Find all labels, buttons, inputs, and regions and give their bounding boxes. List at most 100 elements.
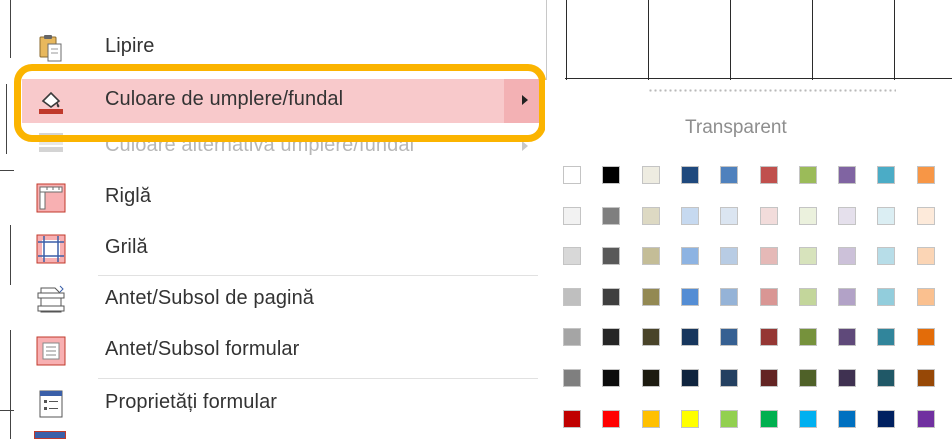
color-swatch[interactable]	[563, 287, 581, 306]
color-swatch[interactable]	[720, 247, 739, 266]
color-swatch[interactable]	[641, 409, 660, 428]
color-swatch[interactable]	[641, 287, 660, 306]
color-swatch[interactable]	[798, 206, 817, 225]
color-swatch[interactable]	[798, 328, 817, 347]
grid-line	[566, 0, 567, 80]
color-swatch[interactable]	[759, 166, 778, 184]
color-swatch[interactable]	[720, 287, 739, 306]
color-swatch[interactable]	[680, 328, 699, 347]
color-swatch[interactable]	[602, 287, 621, 306]
color-swatch[interactable]	[680, 166, 699, 184]
form-properties-icon	[35, 388, 67, 420]
color-swatch[interactable]	[877, 409, 896, 428]
color-swatch[interactable]	[838, 328, 857, 347]
color-swatch[interactable]	[916, 247, 935, 266]
paste-icon	[35, 32, 67, 64]
color-swatch[interactable]	[680, 247, 699, 266]
color-swatch[interactable]	[641, 247, 660, 266]
color-swatch[interactable]	[877, 287, 896, 306]
color-swatch[interactable]	[916, 369, 935, 387]
color-swatch[interactable]	[838, 206, 857, 225]
color-swatch[interactable]	[916, 166, 935, 184]
grid-line	[812, 0, 813, 80]
color-swatch[interactable]	[720, 369, 739, 387]
grid-line	[565, 78, 952, 79]
color-swatch[interactable]	[877, 166, 896, 184]
color-swatch[interactable]	[563, 328, 581, 347]
color-swatch[interactable]	[563, 409, 581, 428]
color-swatch[interactable]	[602, 328, 621, 347]
color-swatch[interactable]	[798, 369, 817, 387]
color-swatch[interactable]	[680, 287, 699, 306]
color-swatch[interactable]	[838, 166, 857, 184]
menu-item-page-header-footer[interactable]: Antet/Subsol de pagină	[22, 278, 542, 322]
color-swatch[interactable]	[680, 409, 699, 428]
grid-line	[648, 0, 649, 80]
menu-item-label: Riglă	[105, 185, 152, 207]
color-swatch[interactable]	[759, 247, 778, 266]
color-swatch[interactable]	[720, 166, 739, 184]
color-swatch[interactable]	[759, 206, 778, 225]
color-swatch[interactable]	[877, 206, 896, 225]
form-design-edge	[0, 0, 14, 439]
color-swatch[interactable]	[720, 328, 739, 347]
transparent-option[interactable]: Transparent	[685, 117, 787, 139]
color-swatch[interactable]	[759, 287, 778, 306]
menu-item-grid[interactable]: Grilă	[22, 227, 542, 271]
color-swatch[interactable]	[602, 206, 621, 225]
color-swatch[interactable]	[877, 369, 896, 387]
form-header-footer-icon	[35, 335, 67, 367]
menu-separator	[98, 275, 538, 276]
menu-item-label: Lipire	[105, 35, 155, 57]
color-swatch[interactable]	[680, 369, 699, 387]
menu-item-label: Grilă	[105, 236, 148, 258]
chevron-right-icon	[522, 141, 528, 151]
grid-icon	[35, 233, 67, 265]
menu-item-ruler[interactable]: Riglă	[22, 176, 542, 220]
color-swatch[interactable]	[563, 206, 581, 225]
color-swatch[interactable]	[877, 247, 896, 266]
color-swatch[interactable]	[838, 287, 857, 306]
grid-line	[730, 0, 731, 80]
menu-item-form-properties[interactable]: Proprietăți formular	[22, 382, 542, 426]
color-swatch[interactable]	[641, 328, 660, 347]
color-swatch[interactable]	[641, 206, 660, 225]
color-swatch[interactable]	[641, 369, 660, 387]
color-swatch[interactable]	[916, 287, 935, 306]
menu-item-form-header-footer[interactable]: Antet/Subsol formular	[22, 329, 542, 373]
color-swatch[interactable]	[916, 328, 935, 347]
color-swatch[interactable]	[759, 409, 778, 428]
color-swatch[interactable]	[759, 369, 778, 387]
ruler-icon	[35, 182, 67, 214]
color-swatch[interactable]	[798, 247, 817, 266]
menu-separator	[98, 378, 538, 379]
color-swatch[interactable]	[602, 369, 621, 387]
grid-line	[894, 0, 895, 80]
form-design-grid	[545, 0, 952, 80]
color-swatch[interactable]	[720, 409, 739, 428]
color-swatch[interactable]	[798, 409, 817, 428]
color-swatch[interactable]	[877, 328, 896, 347]
color-swatch[interactable]	[838, 247, 857, 266]
color-swatch[interactable]	[798, 166, 817, 184]
color-swatch[interactable]	[798, 287, 817, 306]
color-swatch[interactable]	[759, 328, 778, 347]
color-swatch[interactable]	[602, 166, 621, 184]
color-swatch[interactable]	[602, 247, 621, 266]
fill-color-palette: Transparent	[545, 80, 952, 439]
color-swatch[interactable]	[838, 409, 857, 428]
color-swatch[interactable]	[838, 369, 857, 387]
color-swatch[interactable]	[641, 166, 660, 184]
color-swatch[interactable]	[602, 409, 621, 428]
color-swatch[interactable]	[720, 206, 739, 225]
focus-highlight	[14, 64, 546, 142]
page-header-footer-icon	[35, 284, 67, 316]
menu-item-label: Proprietăți formular	[105, 391, 278, 413]
color-swatch[interactable]	[563, 247, 581, 266]
color-swatch[interactable]	[680, 206, 699, 225]
color-swatch[interactable]	[916, 206, 935, 225]
color-swatch[interactable]	[563, 166, 581, 184]
drag-handle[interactable]	[648, 89, 896, 92]
color-swatch[interactable]	[916, 409, 935, 428]
color-swatch[interactable]	[563, 369, 581, 387]
